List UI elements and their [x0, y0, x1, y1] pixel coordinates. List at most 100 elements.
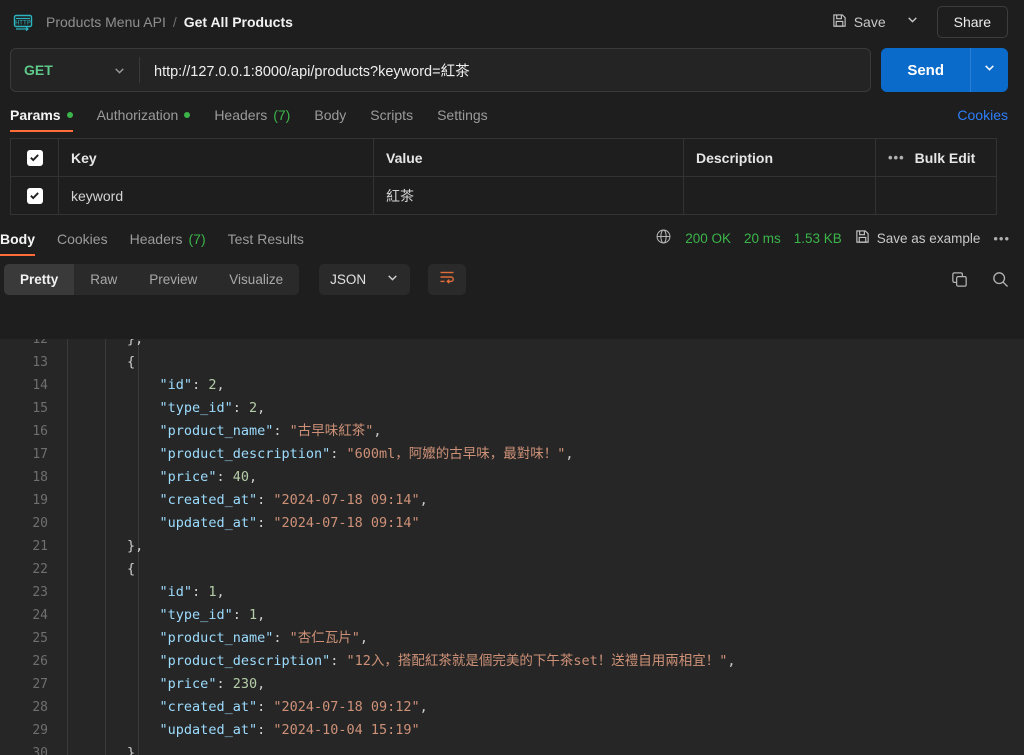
floppy-disk-icon [855, 229, 870, 247]
response-tab-test-results[interactable]: Test Results [228, 231, 316, 256]
tab-headers[interactable]: Headers (7) [214, 107, 304, 132]
code-text: { [62, 354, 136, 370]
row-actions-cell [876, 177, 996, 214]
line-number: 13 [32, 355, 48, 370]
column-header-key: Key [59, 139, 374, 176]
tab-authorization[interactable]: Authorization [97, 107, 205, 132]
code-text: "type_id": 2, [159, 400, 266, 416]
param-value-input[interactable]: 紅茶 [374, 177, 684, 214]
request-tabs: Params Authorization Headers (7) Body Sc… [0, 96, 1024, 132]
line-number: 22 [32, 562, 48, 577]
bulk-edit-button[interactable]: Bulk Edit [915, 150, 976, 166]
tab-label: Authorization [96, 107, 179, 123]
tab-label: Settings [437, 107, 488, 123]
floppy-disk-icon [832, 13, 847, 31]
copy-icon[interactable] [950, 270, 969, 289]
language-selector[interactable]: JSON [319, 263, 411, 295]
column-header-value: Value [374, 139, 684, 176]
send-group: Send [881, 48, 1008, 92]
response-tab-cookies[interactable]: Cookies [57, 231, 120, 256]
code-text: "product_description": "600ml，阿嬤的古早味，最對味… [159, 446, 574, 462]
code-line: 13 { [0, 351, 1024, 374]
param-description-input[interactable] [684, 177, 876, 214]
line-number: 21 [32, 539, 48, 554]
code-text: "updated_at": "2024-07-18 09:14" [159, 515, 420, 531]
code-line: 17 "product_description": "600ml，阿嬤的古早味，… [0, 443, 1024, 466]
code-text: "created_at": "2024-07-18 09:14", [159, 492, 428, 508]
chevron-down-icon [113, 64, 126, 77]
header-actions: Save Share [822, 6, 1008, 38]
select-all-checkbox[interactable] [26, 149, 43, 166]
line-number: 20 [32, 516, 48, 531]
send-options-button[interactable] [971, 48, 1008, 92]
ellipsis-icon[interactable]: ••• [993, 231, 1010, 246]
row-checkbox-cell [11, 177, 59, 214]
view-raw[interactable]: Raw [74, 264, 133, 295]
code-text: "id": 2, [159, 377, 225, 393]
code-line: 25 "product_name": "杏仁瓦片", [0, 627, 1024, 650]
tab-label: Scripts [370, 107, 414, 123]
line-number: 30 [32, 746, 48, 755]
line-number: 16 [32, 424, 48, 439]
search-icon[interactable] [991, 270, 1010, 289]
code-line: 28 "created_at": "2024-07-18 09:12", [0, 696, 1024, 719]
view-mode-group: Pretty Raw Preview Visualize [4, 263, 300, 295]
response-time: 20 ms [743, 230, 781, 246]
code-line: 20 "updated_at": "2024-07-18 09:14" [0, 512, 1024, 535]
wrap-text-button[interactable] [428, 263, 467, 295]
view-visualize[interactable]: Visualize [213, 264, 299, 295]
row-checkbox[interactable] [26, 187, 43, 204]
code-text: }, [62, 339, 144, 347]
save-options-button[interactable] [898, 7, 927, 37]
breadcrumb: Products Menu API / Get All Products [46, 14, 293, 30]
tab-scripts[interactable]: Scripts [370, 107, 427, 132]
language-label: JSON [330, 271, 367, 287]
code-line: 16 "product_name": "古早味紅茶", [0, 420, 1024, 443]
line-number: 27 [32, 677, 48, 692]
response-tab-body[interactable]: Body [0, 231, 47, 256]
code-line: 23 "id": 1, [0, 581, 1024, 604]
code-text: "type_id": 1, [159, 607, 266, 623]
code-text: "price": 230, [159, 676, 266, 692]
param-key-input[interactable]: keyword [59, 177, 374, 214]
save-as-example-button[interactable]: Save as example [855, 229, 980, 247]
code-line: 15 "type_id": 2, [0, 397, 1024, 420]
response-format-toolbar: Pretty Raw Preview Visualize JSON [0, 256, 1024, 302]
view-preview[interactable]: Preview [133, 264, 213, 295]
table-row: keyword 紅茶 [11, 177, 996, 215]
code-text: "price": 40, [159, 469, 258, 485]
format-toolbar-actions [950, 270, 1010, 289]
breadcrumb-collection[interactable]: Products Menu API [46, 14, 166, 30]
line-number: 24 [32, 608, 48, 623]
response-body-editor[interactable]: 12 }, 13 {14 "id": 2, 15 "type_id": 2, 16 "… [0, 339, 1024, 755]
code-text: }, [62, 538, 144, 554]
tab-settings[interactable]: Settings [437, 107, 502, 132]
save-button[interactable]: Save [822, 7, 896, 37]
url-bar: GET http://127.0.0.1:8000/api/products?k… [10, 48, 872, 92]
column-header-description: Description [684, 139, 876, 176]
cookies-link[interactable]: Cookies [957, 107, 1008, 132]
url-input[interactable]: http://127.0.0.1:8000/api/products?keywo… [140, 49, 870, 91]
code-text: "updated_at": "2024-10-04 15:19" [159, 722, 420, 738]
code-line: 30 } [0, 742, 1024, 755]
ellipsis-icon[interactable]: ••• [888, 150, 905, 165]
code-line: 27 "price": 230, [0, 673, 1024, 696]
method-selector[interactable]: GET [11, 49, 139, 91]
line-number: 26 [32, 654, 48, 669]
share-button[interactable]: Share [936, 6, 1008, 38]
response-tab-headers[interactable]: Headers (7) [130, 231, 218, 256]
line-number: 18 [32, 470, 48, 485]
send-button[interactable]: Send [881, 48, 970, 92]
line-number: 25 [32, 631, 48, 646]
page-title: Get All Products [183, 14, 293, 30]
tab-body[interactable]: Body [314, 107, 360, 132]
tab-params[interactable]: Params [10, 107, 87, 132]
tab-label: Body [314, 107, 347, 123]
view-pretty[interactable]: Pretty [4, 263, 75, 295]
code-line: 21 }, [0, 535, 1024, 558]
code-line: 26 "product_description": "12入，搭配紅茶就是個完美… [0, 650, 1024, 673]
code-text: { [62, 561, 136, 577]
globe-icon[interactable] [655, 228, 672, 248]
code-text: "product_description": "12入，搭配紅茶就是個完美的下午… [159, 653, 736, 669]
code-line: 19 "created_at": "2024-07-18 09:14", [0, 489, 1024, 512]
